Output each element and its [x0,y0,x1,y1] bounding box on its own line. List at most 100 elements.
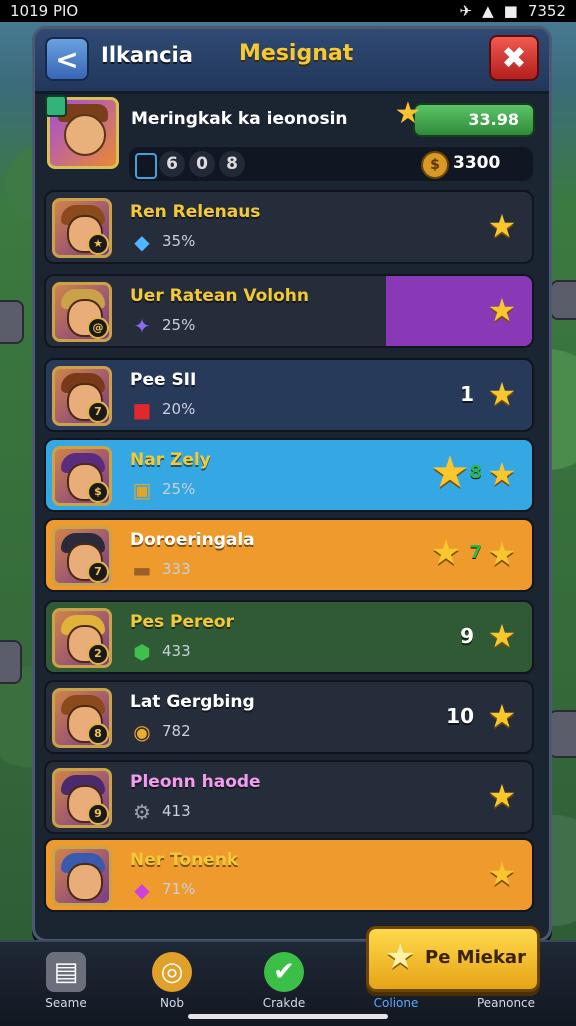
target-icon: ◎ [152,952,192,992]
level-badge: ★ [87,233,109,255]
rank-badge-icon [45,95,67,117]
hero-row[interactable]: 8 Lat Gergbing ◉ 782 10 ★ [44,680,534,754]
star-icon[interactable]: ★ [484,208,520,244]
hero-avatar: 8 [52,688,112,748]
hero-name: Pleonn haode [130,772,261,792]
level-badge: @ [87,317,109,339]
hero-row[interactable]: 7 Pee SII ■ 20% 1 ★ [44,358,534,432]
hero-stat: 25% [162,316,196,334]
battery-icon: ■ [503,2,518,20]
star-icon[interactable]: ★ [484,536,520,572]
xp-value: 33.98 [468,110,519,129]
chest-icon: ▬ [132,558,152,582]
hero-avatar: 7 [52,366,112,426]
star-count: 8 [469,462,482,483]
counter-row: 6 0 8 $ 3300 [129,147,533,181]
tab-label: Colione [373,996,419,1010]
hero-name: Lat Gergbing [130,692,255,712]
counter-digit: 0 [189,151,215,177]
hero-count: 1 [460,382,474,406]
star-icon: ★ [385,937,416,977]
hero-name: Doroeringala [130,530,255,550]
gold-value: 3300 [453,153,501,173]
hero-avatar: 2 [52,608,112,668]
hero-name: Ner Tonenk [130,850,239,870]
hero-avatar: @ [52,282,112,342]
page-title: Ilkancia [101,43,193,67]
level-badge: $ [87,481,109,503]
diamond-icon: ◆ [134,230,150,254]
hero-row[interactable]: @ Uer Ratean Volohn ✦ 25% ★ [44,274,534,348]
star-icon[interactable]: ★ [484,618,520,654]
hero-avatar: ★ [52,198,112,258]
hero-stat: 20% [162,400,196,418]
emerald-icon: ⬢ [133,640,151,664]
back-button[interactable]: < [45,37,89,81]
hero-avatar: 9 [52,768,112,828]
tab-label: Peanonce [476,996,536,1010]
lightning-icon: ★ [394,96,422,131]
level-badge: 7 [87,561,109,583]
tab-nob[interactable]: ◎ Nob [132,948,212,1018]
star-icon[interactable]: ★ [484,292,520,328]
hero-name: Pes Pereor [130,612,234,632]
gear-icon: ⚙ [133,800,151,824]
hero-stat: 25% [162,480,196,498]
bg-rock [0,640,22,684]
level-badge: 2 [87,643,109,665]
level-badge: 9 [87,803,109,825]
hero-stat: 413 [162,802,191,820]
cta-label: Pe Miekar [425,947,526,968]
signal-icon: ▲ [482,2,494,20]
bg-rock [548,710,576,758]
hero-name: Uer Ratean Volohn [130,286,309,306]
hero-avatar: $ [52,446,112,506]
tab-crakde[interactable]: ✔ Crakde [244,948,324,1018]
status-time: 1019 PIO [10,2,79,20]
hero-row[interactable]: Ner Tonenk ◆ 71% ★ [44,838,534,912]
section-title: Mesignat [239,41,354,66]
hero-name: Nar Zely [130,450,211,470]
tab-label: Seame [45,996,87,1010]
face-shape [67,863,103,901]
hero-row[interactable]: 7 Doroeringala ▬ 333 ★ 7 ★ [44,518,534,592]
star-icon[interactable]: ★ [484,376,520,412]
star-icon[interactable]: ★ [484,856,520,892]
star-icon[interactable]: ★ [484,778,520,814]
coin-icon: $ [421,151,449,179]
status-bar: 1019 PIO ✈ ▲ ■ 7352 [0,0,576,22]
hero-stat: 433 [162,642,191,660]
wifi-icon: ✈ [459,2,473,20]
tab-label: Crakde [262,996,306,1010]
level-badge: 7 [87,401,109,423]
crystal-icon: ✦ [133,314,151,338]
card-icon [135,153,157,179]
star-count: 7 [469,542,482,563]
chest-icon: ▤ [46,952,86,992]
star-icon[interactable]: ★ [484,698,520,734]
tab-label: Nob [160,996,184,1010]
star-icon[interactable]: ★ [484,456,520,492]
xp-bar: 33.98 [413,103,535,137]
hero-row[interactable]: 2 Pes Pereor ⬢ 433 9 ★ [44,600,534,674]
counter-digit: 8 [219,151,245,177]
hero-count: 10 [446,704,474,728]
hero-avatar: 7 [52,526,112,586]
counter-digit: 6 [159,151,185,177]
player-summary: Meringkak ka ieonosin 33.98 ★ 6 0 8 $ 33… [45,95,535,185]
ruby-icon: ■ [132,398,152,422]
panel-header: < Ilkancia Mesignat ✖ [35,29,549,94]
hero-row[interactable]: 9 Pleonn haode ⚙ 413 ★ [44,760,534,834]
hero-row[interactable]: ★ Ren Relenaus ◆ 35% ★ [44,190,534,264]
home-indicator [188,1014,388,1019]
hero-stat: 35% [162,232,196,250]
hero-stat: 782 [162,722,191,740]
bg-rock [0,300,24,344]
tab-seame[interactable]: ▤ Seame [26,948,106,1018]
level-badge: 8 [87,723,109,745]
big-star-icon: ★ [430,533,462,573]
hero-stat: 71% [162,880,196,898]
hero-row[interactable]: $ Nar Zely ▣ 25% ★ 8 ★ [44,438,534,512]
primary-action-button[interactable]: ★ Pe Miekar [366,926,540,992]
close-button[interactable]: ✖ [489,35,539,81]
